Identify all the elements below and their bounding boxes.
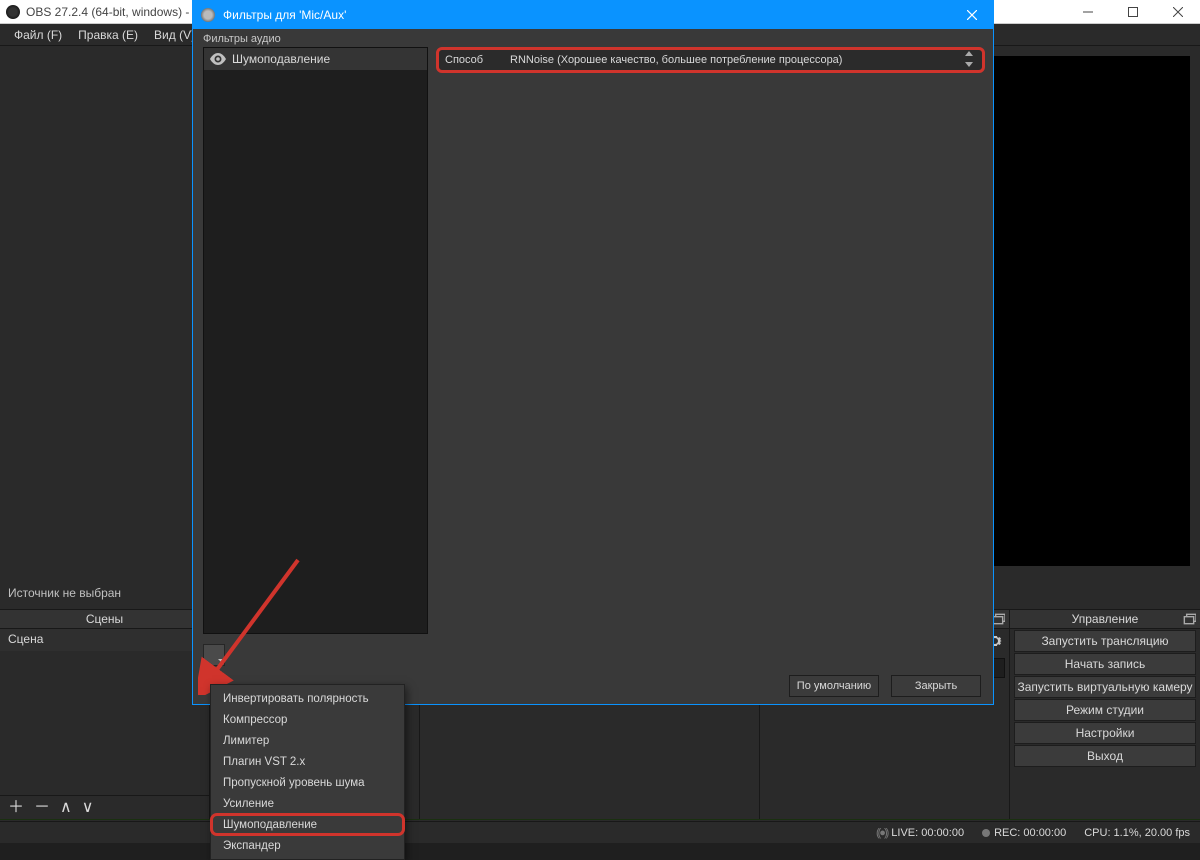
start-stream-button[interactable]: Запустить трансляцию: [1014, 630, 1196, 652]
filter-item-noise-suppression[interactable]: Шумоподавление: [204, 48, 427, 70]
dialog-titlebar: Фильтры для 'Mic/Aux': [193, 1, 993, 29]
method-label: Способ: [445, 54, 500, 66]
controls-title: Управление: [1072, 612, 1139, 626]
status-rec: REC: 00:00:00: [982, 827, 1066, 839]
ctx-item[interactable]: Экспандер: [211, 835, 404, 856]
start-vcam-button[interactable]: Запустить виртуальную камеру: [1014, 676, 1196, 698]
scene-up-button[interactable]: ∧: [60, 800, 72, 816]
ctx-item[interactable]: Усиление: [211, 793, 404, 814]
filters-list: Шумоподавление: [203, 47, 428, 634]
minimize-button[interactable]: [1065, 0, 1110, 24]
dialog-toolbar: [193, 642, 993, 668]
remove-scene-button[interactable]: －: [34, 800, 50, 816]
spinner-icon[interactable]: [964, 51, 976, 69]
scenes-toolbar: ＋ － ∧ ∨: [0, 795, 209, 819]
status-live: LIVE: 00:00:00: [876, 827, 964, 839]
exit-button[interactable]: Выход: [1014, 745, 1196, 767]
ctx-item[interactable]: Пропускной уровень шума: [211, 772, 404, 793]
obs-logo-icon: [201, 8, 215, 22]
dialog-close-button[interactable]: [951, 1, 993, 29]
ctx-item[interactable]: Компрессор: [211, 709, 404, 730]
menu-file[interactable]: Файл (F): [6, 25, 70, 45]
ctx-item[interactable]: Плагин VST 2.x: [211, 751, 404, 772]
dialog-title: Фильтры для 'Mic/Aux': [223, 8, 951, 22]
studio-mode-button[interactable]: Режим студии: [1014, 699, 1196, 721]
eye-icon[interactable]: [210, 51, 226, 67]
ctx-item[interactable]: Лимитер: [211, 730, 404, 751]
start-record-button[interactable]: Начать запись: [1014, 653, 1196, 675]
filter-item-label: Шумоподавление: [232, 52, 330, 66]
close-button[interactable]: [1155, 0, 1200, 24]
no-source-label: Источник не выбран: [8, 586, 121, 600]
scenes-title: Сцены: [86, 612, 123, 626]
maximize-button[interactable]: [1110, 0, 1155, 24]
add-scene-button[interactable]: ＋: [8, 800, 24, 816]
add-filter-button[interactable]: [203, 644, 225, 666]
scene-down-button[interactable]: ∨: [82, 800, 94, 816]
audio-filters-label: Фильтры аудио: [193, 29, 993, 47]
close-button[interactable]: Закрыть: [891, 675, 981, 697]
obs-logo-icon: [6, 5, 20, 19]
window-controls: [1065, 0, 1200, 24]
ctx-item[interactable]: Шумоподавление: [211, 814, 404, 835]
scene-item[interactable]: Сцена: [0, 629, 209, 651]
defaults-button[interactable]: По умолчанию: [789, 675, 879, 697]
status-bar: LIVE: 00:00:00 REC: 00:00:00 CPU: 1.1%, …: [0, 821, 1200, 843]
add-filter-context-menu: Инвертировать полярностьКомпрессорЛимите…: [210, 684, 405, 860]
popout-icon[interactable]: [1182, 612, 1196, 626]
menu-edit[interactable]: Правка (E): [70, 25, 146, 45]
ctx-item[interactable]: Инвертировать полярность: [211, 688, 404, 709]
method-value: RNNoise (Хорошее качество, большее потре…: [510, 54, 954, 66]
status-cpu: CPU: 1.1%, 20.00 fps: [1084, 827, 1190, 839]
filter-properties: Способ RNNoise (Хорошее качество, больше…: [438, 47, 983, 634]
scenes-dock: Сцены Сцена ＋ － ∧ ∨: [0, 609, 210, 819]
settings-button[interactable]: Настройки: [1014, 722, 1196, 744]
controls-header: Управление: [1010, 609, 1200, 629]
method-dropdown[interactable]: Способ RNNoise (Хорошее качество, больше…: [438, 49, 983, 71]
filters-dialog: Фильтры для 'Mic/Aux' Фильтры аудио Шумо…: [192, 0, 994, 705]
scenes-header: Сцены: [0, 609, 209, 629]
controls-dock: Управление Запустить трансляцию Начать з…: [1010, 609, 1200, 819]
